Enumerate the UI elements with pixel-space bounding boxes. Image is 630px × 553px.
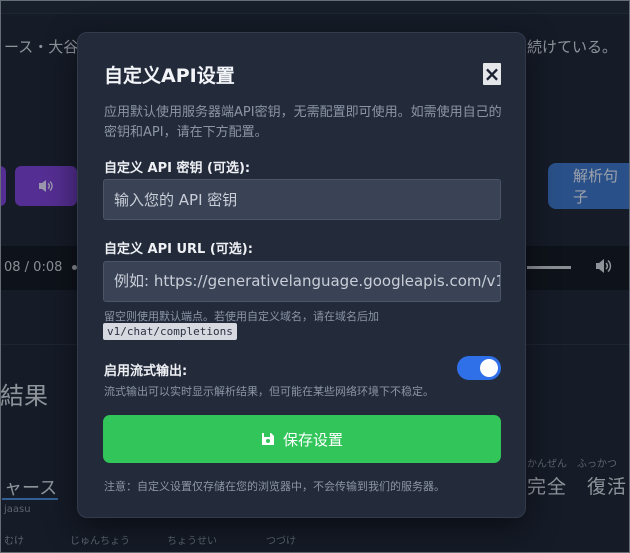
save-settings-button[interactable]: 保存设置: [103, 415, 501, 463]
api-url-input[interactable]: 例如: https://generativelanguage.googleapi…: [103, 261, 501, 302]
api-key-input[interactable]: [103, 179, 501, 220]
api-key-label: 自定义 API 密钥 (可选):: [104, 161, 251, 176]
storage-note: 注意：自定义设置仅存储在您的浏览器中，不会传输到我们的服务器。: [104, 480, 445, 493]
stream-description: 流式输出可以实时显示解析结果，但可能在某些网络环境下不稳定。: [104, 385, 434, 398]
close-button[interactable]: ×: [483, 63, 501, 85]
api-settings-modal: 自定义API设置 × 应用默认使用服务器端API密钥，无需配置即可使用。如需使用…: [77, 32, 526, 518]
endpoint-path-code: v1/chat/completions: [103, 323, 237, 340]
stream-toggle[interactable]: [457, 356, 501, 380]
modal-title: 自定义API设置: [104, 65, 235, 87]
toggle-knob: [480, 359, 498, 377]
stream-label: 启用流式输出:: [104, 364, 188, 379]
save-button-label: 保存设置: [282, 430, 343, 449]
modal-description: 应用默认使用服务器端API密钥，无需配置即可使用。如需使用自己的密钥和API，请…: [104, 105, 502, 140]
api-url-hint: 留空则使用默认端点。若使用自定义域名，请在域名后加: [104, 310, 379, 323]
floppy-disk-icon: [261, 433, 274, 445]
api-url-label: 自定义 API URL (可选):: [104, 242, 253, 257]
